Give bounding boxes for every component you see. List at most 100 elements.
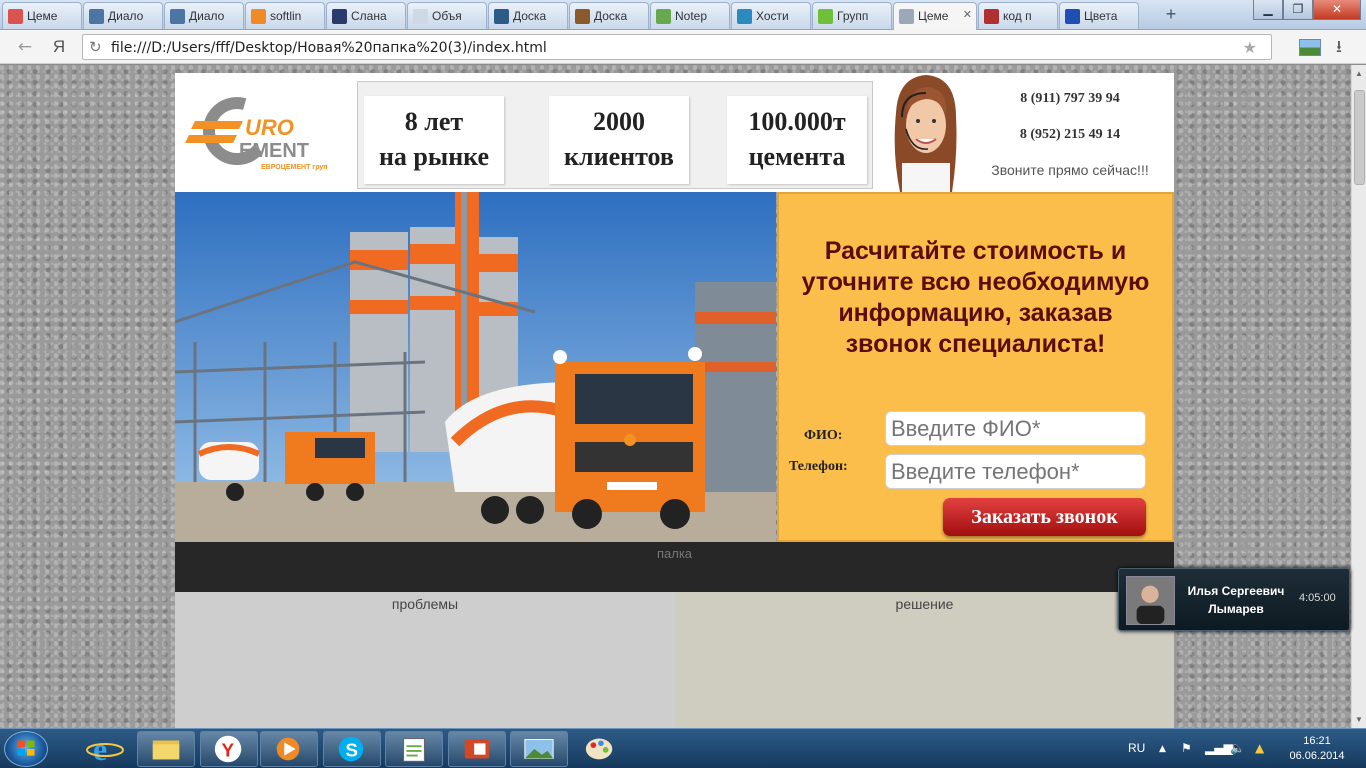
logo-subtitle: ЕВРОЦЕМЕНТ груп — [261, 164, 328, 171]
clock-time: 16:21 — [1303, 735, 1331, 747]
problems-column: проблемы — [175, 592, 675, 728]
stat-label: цемента — [748, 142, 846, 171]
phone-number-2[interactable]: 8 (952) 215 49 14 — [975, 127, 1165, 143]
stat-years: 8 лет на рынке — [364, 96, 504, 184]
url-text[interactable]: file:///D:/Users/fff/Desktop/Новая%20пап… — [111, 40, 547, 56]
caller-name: Илья Сергеевич Лымарев — [1187, 584, 1285, 616]
site-header: URO EMENT ЕВРОЦЕМЕНТ груп 8 лет на рынке… — [175, 73, 1174, 192]
bookmark-star-icon[interactable]: ★ — [1243, 38, 1257, 57]
browser-tab[interactable]: softlin — [245, 2, 325, 29]
scroll-up-icon[interactable]: ▲ — [1355, 69, 1363, 78]
order-call-button[interactable]: Заказать звонок — [943, 498, 1146, 536]
address-toolbar: ← Я ↻ file:///D:/Users/fff/Desktop/Новая… — [0, 30, 1366, 64]
tab-title: softlin — [270, 9, 302, 23]
notepad-icon — [656, 9, 671, 24]
file-explorer-icon[interactable] — [137, 731, 195, 767]
tab-title: Диало — [108, 9, 144, 23]
k-letter-icon — [251, 9, 266, 24]
browser-tab[interactable]: Доска — [569, 2, 649, 29]
solution-title: решение — [895, 596, 954, 612]
new-tab-button[interactable]: + — [1160, 5, 1182, 25]
w-letter-icon — [332, 9, 347, 24]
blank-page-icon — [413, 9, 428, 24]
notepad-plus-icon[interactable] — [385, 731, 443, 767]
stat-value: 100.000т — [748, 107, 846, 136]
media-player-icon[interactable] — [260, 731, 318, 767]
system-clock[interactable]: 16:21 06.06.2014 — [1288, 734, 1346, 764]
browser-tab[interactable]: Слана — [326, 2, 406, 29]
show-hidden-icons-icon[interactable]: ▲ — [1159, 744, 1166, 754]
call-notification[interactable]: Илья Сергеевич Лымарев 4:05:00 — [1118, 568, 1350, 631]
paint-icon[interactable] — [572, 731, 630, 767]
browser-tab[interactable]: Диало — [164, 2, 244, 29]
tab-title: Диало — [189, 9, 225, 23]
contact-phones: 8 (911) 797 39 94 8 (952) 215 49 14 Звон… — [975, 73, 1174, 192]
phone-label: Телефон: — [789, 459, 848, 474]
scrollbar-thumb[interactable] — [1354, 90, 1365, 185]
logo-cement-text: EMENT — [239, 140, 309, 162]
browser-tab[interactable]: Хости — [731, 2, 811, 29]
landing-page: URO EMENT ЕВРОЦЕМЕНТ груп 8 лет на рынке… — [175, 73, 1174, 728]
stat-value: 2000 — [593, 107, 645, 136]
svg-text:S: S — [345, 741, 358, 762]
language-indicator[interactable]: RU — [1128, 741, 1145, 755]
browser-tab[interactable]: Цвета — [1059, 2, 1139, 29]
clock-date: 06.06.2014 — [1289, 750, 1345, 762]
placeholder-bar: палка — [175, 542, 1174, 592]
maximize-button[interactable]: ❐ — [1283, 0, 1313, 20]
google-drive-icon[interactable]: ▲ — [1255, 741, 1264, 755]
grid-icon — [575, 9, 590, 24]
browser-tab[interactable]: Доска — [488, 2, 568, 29]
tab-title: Слана — [351, 9, 387, 23]
browser-tab[interactable]: Цеме — [2, 2, 82, 29]
close-tab-icon[interactable]: ✕ — [963, 8, 972, 21]
stat-cement: 100.000т цемента — [727, 96, 867, 184]
browser-tab[interactable]: Диало — [83, 2, 163, 29]
svg-text:Y: Y — [221, 741, 234, 762]
phone-input[interactable] — [885, 454, 1146, 489]
start-button[interactable] — [4, 731, 48, 767]
flag-icon[interactable]: ⚑ — [1181, 741, 1192, 755]
windows-taskbar: e Y S RU ▲ ⚑ ▂▄▆ 🔈 ▲ 16:21 06.06.2014 — [0, 728, 1366, 768]
scroll-down-icon[interactable]: ▼ — [1355, 715, 1363, 724]
skype-icon[interactable]: S — [323, 731, 381, 767]
reload-icon[interactable]: ↻ — [89, 38, 102, 56]
image-icon[interactable] — [1299, 39, 1321, 56]
download-icon[interactable]: ⭳ — [1328, 37, 1350, 57]
yandex-browser-icon[interactable]: Y — [200, 731, 258, 767]
name-input[interactable] — [885, 411, 1146, 446]
cement-trucks-photo — [175, 192, 776, 542]
browser-tab[interactable]: Групп — [812, 2, 892, 29]
tab-title: Цеме — [918, 9, 949, 23]
volume-icon[interactable]: 🔈 — [1230, 741, 1245, 755]
browser-tab[interactable]: Notep — [650, 2, 730, 29]
tab-title: Доска — [594, 9, 628, 23]
browser-tab[interactable]: Объя — [407, 2, 487, 29]
bar-text: палка — [656, 546, 693, 561]
network-signal-icon[interactable]: ▂▄▆ — [1205, 741, 1233, 755]
logo-euro-text: URO — [245, 115, 294, 140]
phone-number-1[interactable]: 8 (911) 797 39 94 — [975, 91, 1165, 107]
photo-viewer-icon[interactable] — [510, 731, 568, 767]
stat-label: клиентов — [564, 142, 674, 171]
tab-title: Объя — [432, 9, 462, 23]
close-window-button[interactable]: ✕ — [1313, 0, 1361, 20]
tab-title: Хости — [756, 9, 789, 23]
stat-clients: 2000 клиентов — [549, 96, 689, 184]
anchor-icon — [494, 9, 509, 24]
browser-tab[interactable]: Цеме ✕ — [893, 2, 977, 30]
internet-explorer-icon[interactable]: e — [76, 731, 134, 767]
address-bar[interactable]: ↻ file:///D:/Users/fff/Desktop/Новая%20п… — [82, 34, 1272, 60]
name-label: ФИО: — [804, 428, 843, 443]
browser-tab[interactable]: код п — [978, 2, 1058, 29]
yandex-icon[interactable]: Я — [48, 37, 70, 57]
eurocement-logo[interactable]: URO EMENT ЕВРОЦЕМЕНТ груп — [185, 95, 345, 175]
chevron-icon — [737, 9, 752, 24]
powerpoint-icon[interactable] — [448, 731, 506, 767]
back-arrow-icon[interactable]: ← — [14, 37, 36, 57]
stats-panel: 8 лет на рынке 2000 клиентов 100.000т це… — [357, 81, 873, 189]
image-icon — [984, 9, 999, 24]
vertical-scrollbar[interactable]: ▲ ▼ — [1351, 65, 1366, 728]
call-center-operator-image — [894, 75, 957, 192]
minimize-button[interactable]: ▁ — [1253, 0, 1283, 20]
